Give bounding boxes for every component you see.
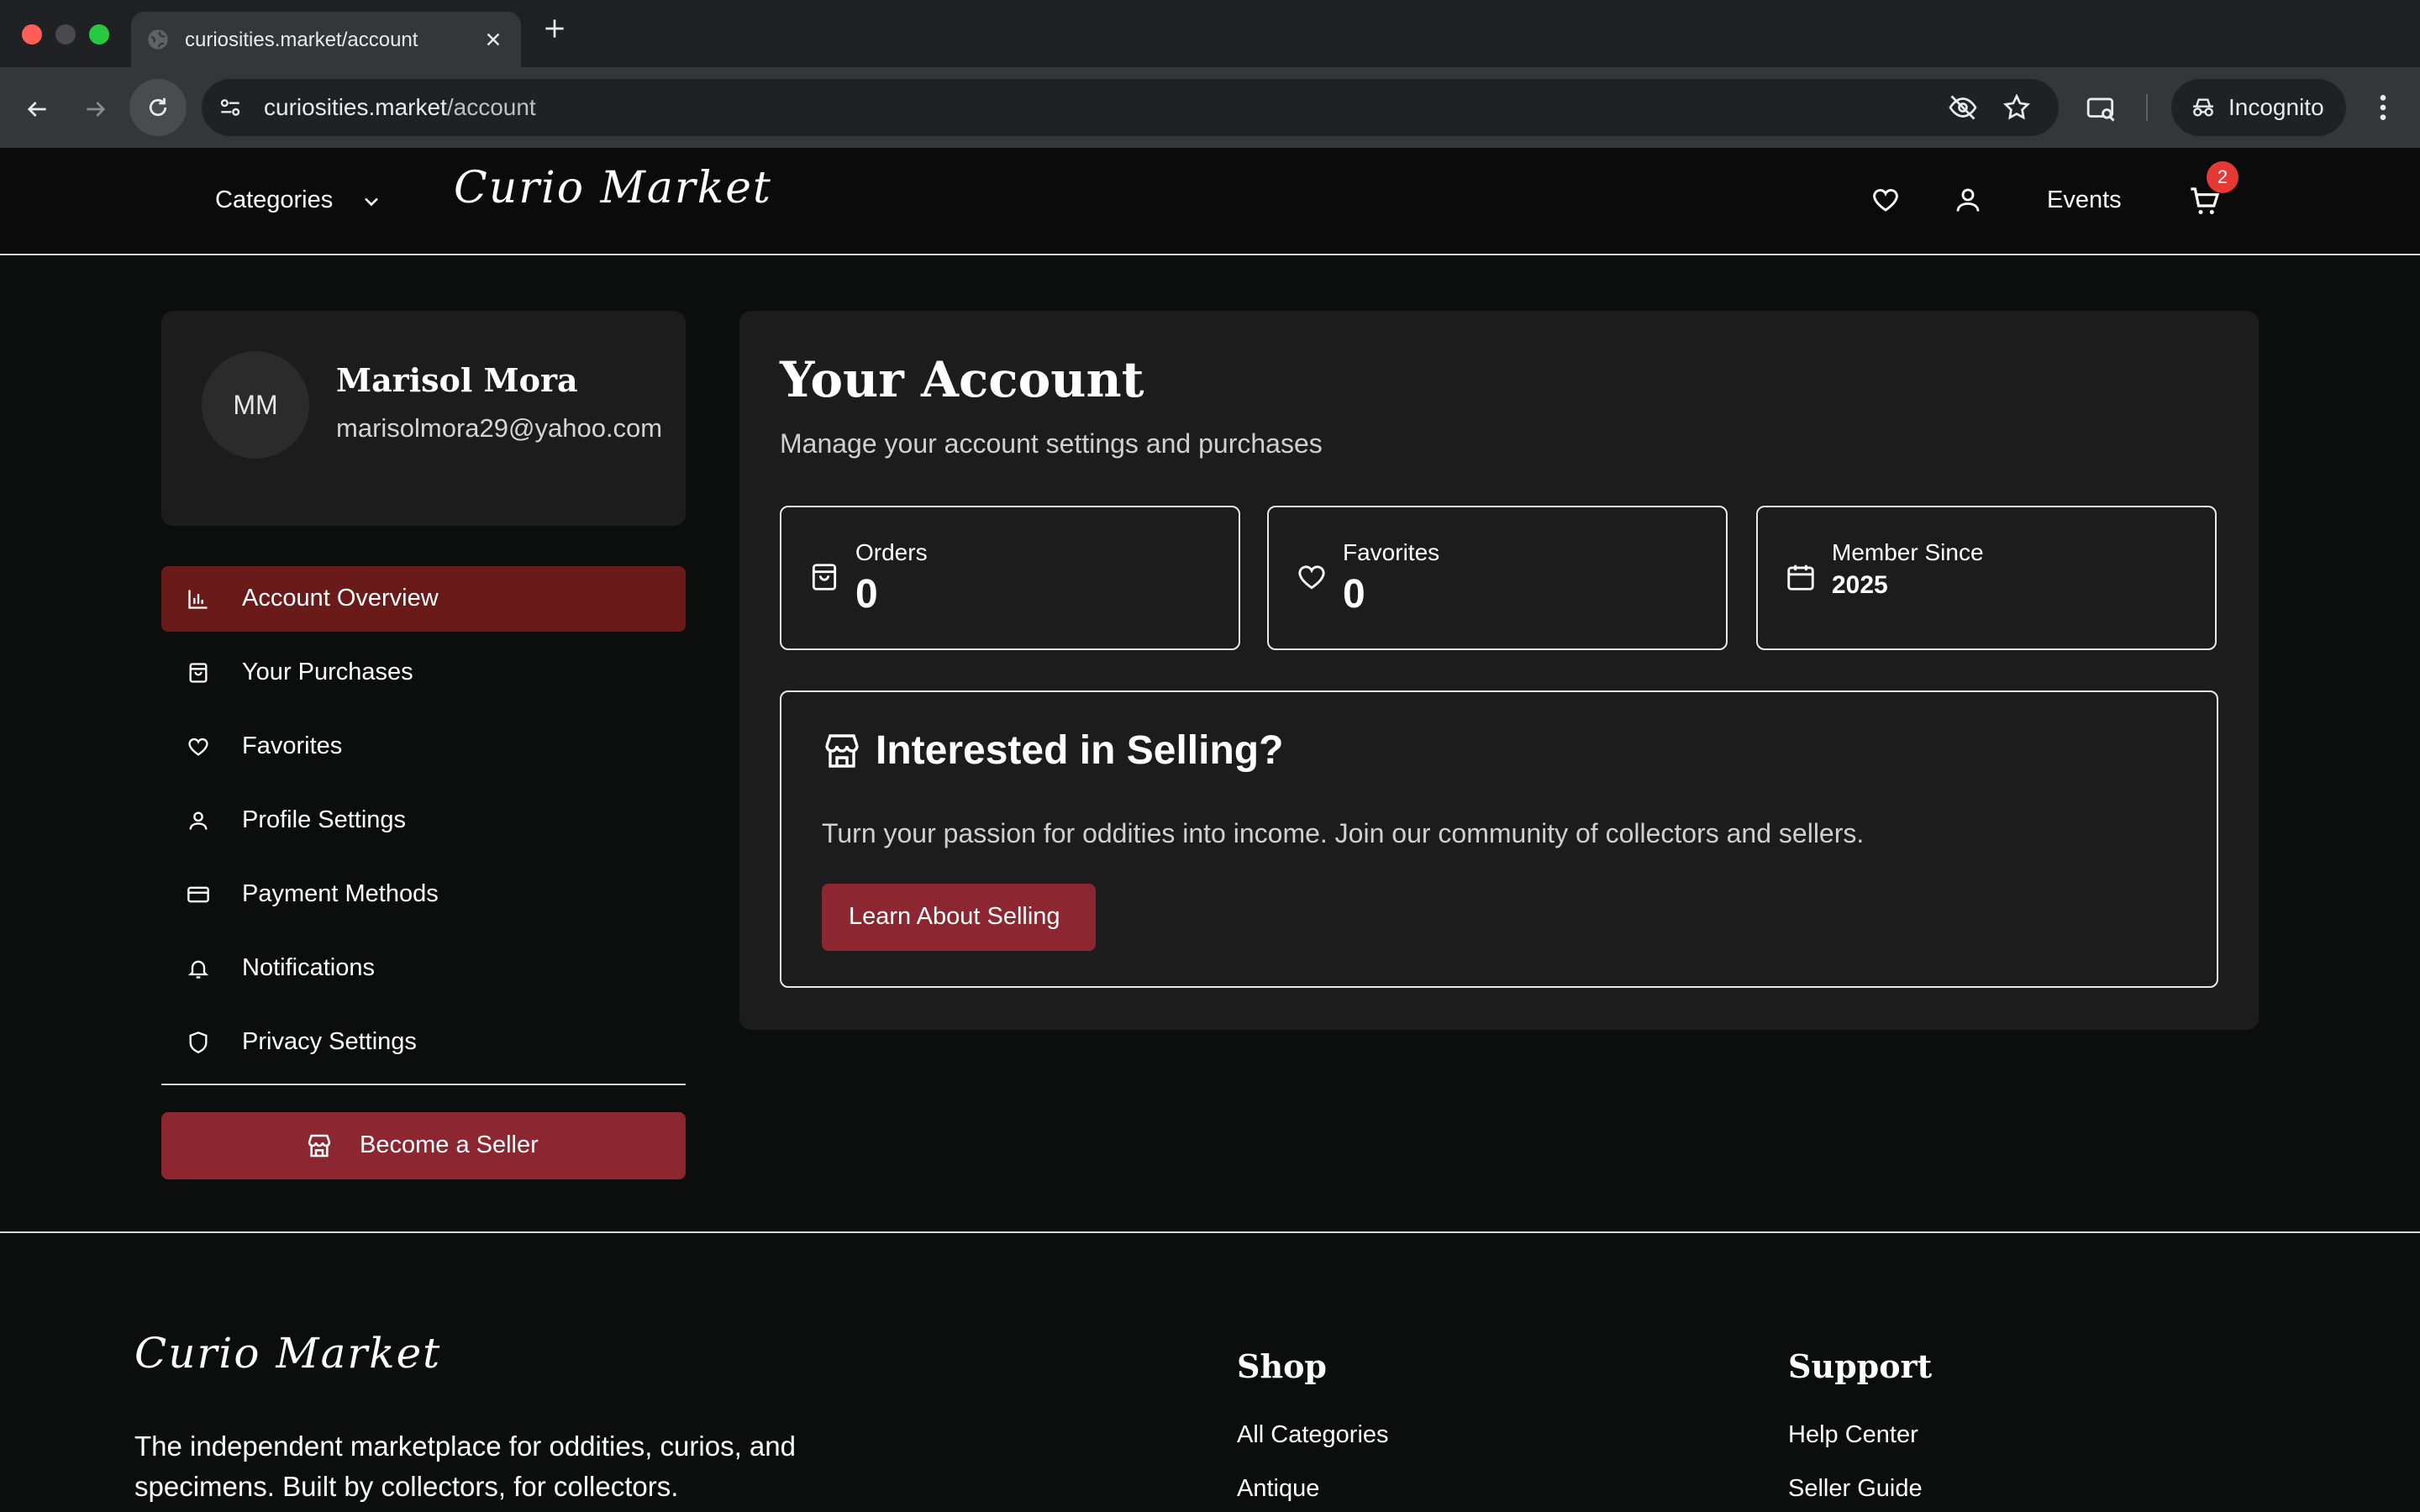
stat-card-member-since: Member Since 2025 (1756, 506, 2217, 650)
footer-logo-word-market: Market (276, 1329, 442, 1378)
tab-title: curiosities.market/account (185, 29, 418, 51)
stat-card-favorites[interactable]: Favorites 0 (1267, 506, 1728, 650)
close-tab-icon[interactable] (482, 29, 504, 50)
stat-value: 0 (855, 572, 878, 617)
store-icon (822, 731, 862, 771)
selling-title: Interested in Selling? (876, 728, 1284, 773)
page-title: Your Account (780, 351, 1144, 408)
browser-menu-icon[interactable] (2371, 91, 2395, 124)
back-icon[interactable] (20, 92, 54, 126)
footer-link-help-center[interactable]: Help Center (1788, 1421, 1918, 1449)
sidebar-item-your-purchases[interactable]: Your Purchases (161, 640, 686, 706)
forward-icon[interactable] (79, 92, 113, 126)
sidebar-item-profile-settings[interactable]: Profile Settings (161, 788, 686, 853)
profile-name: Marisol Mora (336, 361, 578, 399)
selling-promo-card: Interested in Selling? Turn your passion… (780, 690, 2218, 988)
url-text: curiosities.market/account (264, 94, 536, 121)
store-icon (306, 1132, 333, 1159)
sidebar-item-label: Payment Methods (242, 880, 439, 907)
stat-value: 0 (1343, 572, 1365, 617)
page-subtitle: Manage your account settings and purchas… (780, 428, 1323, 459)
heart-icon (1296, 561, 1328, 593)
sidebar-item-label: Privacy Settings (242, 1028, 417, 1055)
footer-logo[interactable]: Curio Market (134, 1329, 441, 1378)
logo-word-curio: Curio (454, 163, 586, 213)
shopping-bag-icon (808, 561, 840, 593)
sidebar-item-label: Your Purchases (242, 659, 413, 685)
close-window-button[interactable] (22, 24, 42, 45)
address-bar[interactable]: curiosities.market/account (202, 79, 2059, 136)
learn-about-selling-button[interactable]: Learn About Selling (822, 884, 1096, 951)
become-seller-button[interactable]: Become a Seller (161, 1112, 686, 1179)
reload-icon[interactable] (129, 79, 187, 136)
incognito-label: Incognito (2228, 94, 2324, 120)
sidebar-item-favorites[interactable]: Favorites (161, 714, 686, 780)
footer-link-all-categories[interactable]: All Categories (1237, 1421, 1389, 1449)
cart-count-badge: 2 (2207, 161, 2238, 193)
footer-description: The independent marketplace for oddities… (134, 1431, 796, 1502)
stat-label: Favorites (1343, 539, 1440, 565)
learn-about-selling-label: Learn About Selling (849, 903, 1060, 930)
avatar[interactable]: MM (202, 351, 309, 459)
browser-tab[interactable]: curiosities.market/account (131, 12, 521, 67)
stat-label: Member Since (1832, 539, 1984, 565)
stat-value: 2025 (1832, 571, 1888, 599)
favorites-heart-icon[interactable] (1870, 185, 1901, 215)
heart-icon (187, 735, 210, 759)
bar-chart-icon (187, 587, 210, 611)
footer-link-seller-guide[interactable]: Seller Guide (1788, 1475, 1923, 1503)
footer-shop-heading: Shop (1237, 1347, 1327, 1385)
toolbar-divider (2146, 94, 2148, 121)
selling-text: Turn your passion for oddities into inco… (822, 818, 1865, 848)
stat-label: Orders (855, 539, 928, 565)
browser-tabstrip: curiosities.market/account (0, 0, 2420, 67)
stat-card-orders[interactable]: Orders 0 (780, 506, 1240, 650)
new-tab-button[interactable] (541, 15, 568, 42)
incognito-indicator[interactable]: Incognito (2171, 79, 2346, 136)
footer-logo-word-curio: Curio (134, 1329, 261, 1378)
minimize-window-button[interactable] (55, 24, 76, 45)
categories-label: Categories (215, 186, 334, 213)
shopping-bag-icon (187, 661, 210, 685)
footer-divider (0, 1231, 2420, 1233)
become-seller-label: Become a Seller (360, 1131, 539, 1158)
credit-card-icon (187, 883, 210, 906)
footer-link-antique[interactable]: Antique (1237, 1475, 1319, 1503)
profile-card: MM Marisol Mora marisolmora29@yahoo.com (161, 311, 686, 526)
incognito-icon (2190, 94, 2217, 121)
sidebar-item-payment-methods[interactable]: Payment Methods (161, 862, 686, 927)
sidebar-item-label: Account Overview (242, 585, 439, 612)
bell-icon (187, 957, 210, 980)
sidebar-item-label: Favorites (242, 732, 343, 759)
logo-word-market: Market (600, 163, 772, 213)
shield-icon (187, 1031, 210, 1054)
sidebar-item-privacy-settings[interactable]: Privacy Settings (161, 1010, 686, 1075)
account-main-panel: Your Account Manage your account setting… (739, 311, 2259, 1030)
globe-icon (146, 28, 170, 51)
calendar-icon (1785, 561, 1817, 593)
url-path: /account (446, 94, 536, 120)
account-user-icon[interactable] (1953, 185, 1983, 215)
eye-off-icon[interactable] (1948, 92, 1978, 123)
events-link[interactable]: Events (2047, 186, 2122, 214)
site-logo[interactable]: Curio Market (454, 163, 772, 213)
sidebar-item-label: Profile Settings (242, 806, 407, 833)
footer-support-heading: Support (1788, 1347, 1933, 1385)
maximize-window-button[interactable] (89, 24, 109, 45)
site-header: Categories Curio Market Events 2 (0, 148, 2420, 255)
profile-email: marisolmora29@yahoo.com (336, 413, 663, 443)
sidebar-item-label: Notifications (242, 954, 375, 981)
url-host: curiosities.market (264, 94, 447, 120)
categories-menu[interactable]: Categories (215, 186, 378, 220)
user-icon (187, 809, 210, 832)
chevron-down-icon (360, 190, 383, 213)
sidebar-item-account-overview[interactable]: Account Overview (161, 566, 686, 632)
sidebar-divider (161, 1084, 686, 1085)
tab-search-icon[interactable] (2086, 92, 2118, 124)
bookmark-star-icon[interactable] (2002, 92, 2032, 123)
sidebar-item-notifications[interactable]: Notifications (161, 936, 686, 1001)
site-settings-icon[interactable] (217, 94, 244, 121)
